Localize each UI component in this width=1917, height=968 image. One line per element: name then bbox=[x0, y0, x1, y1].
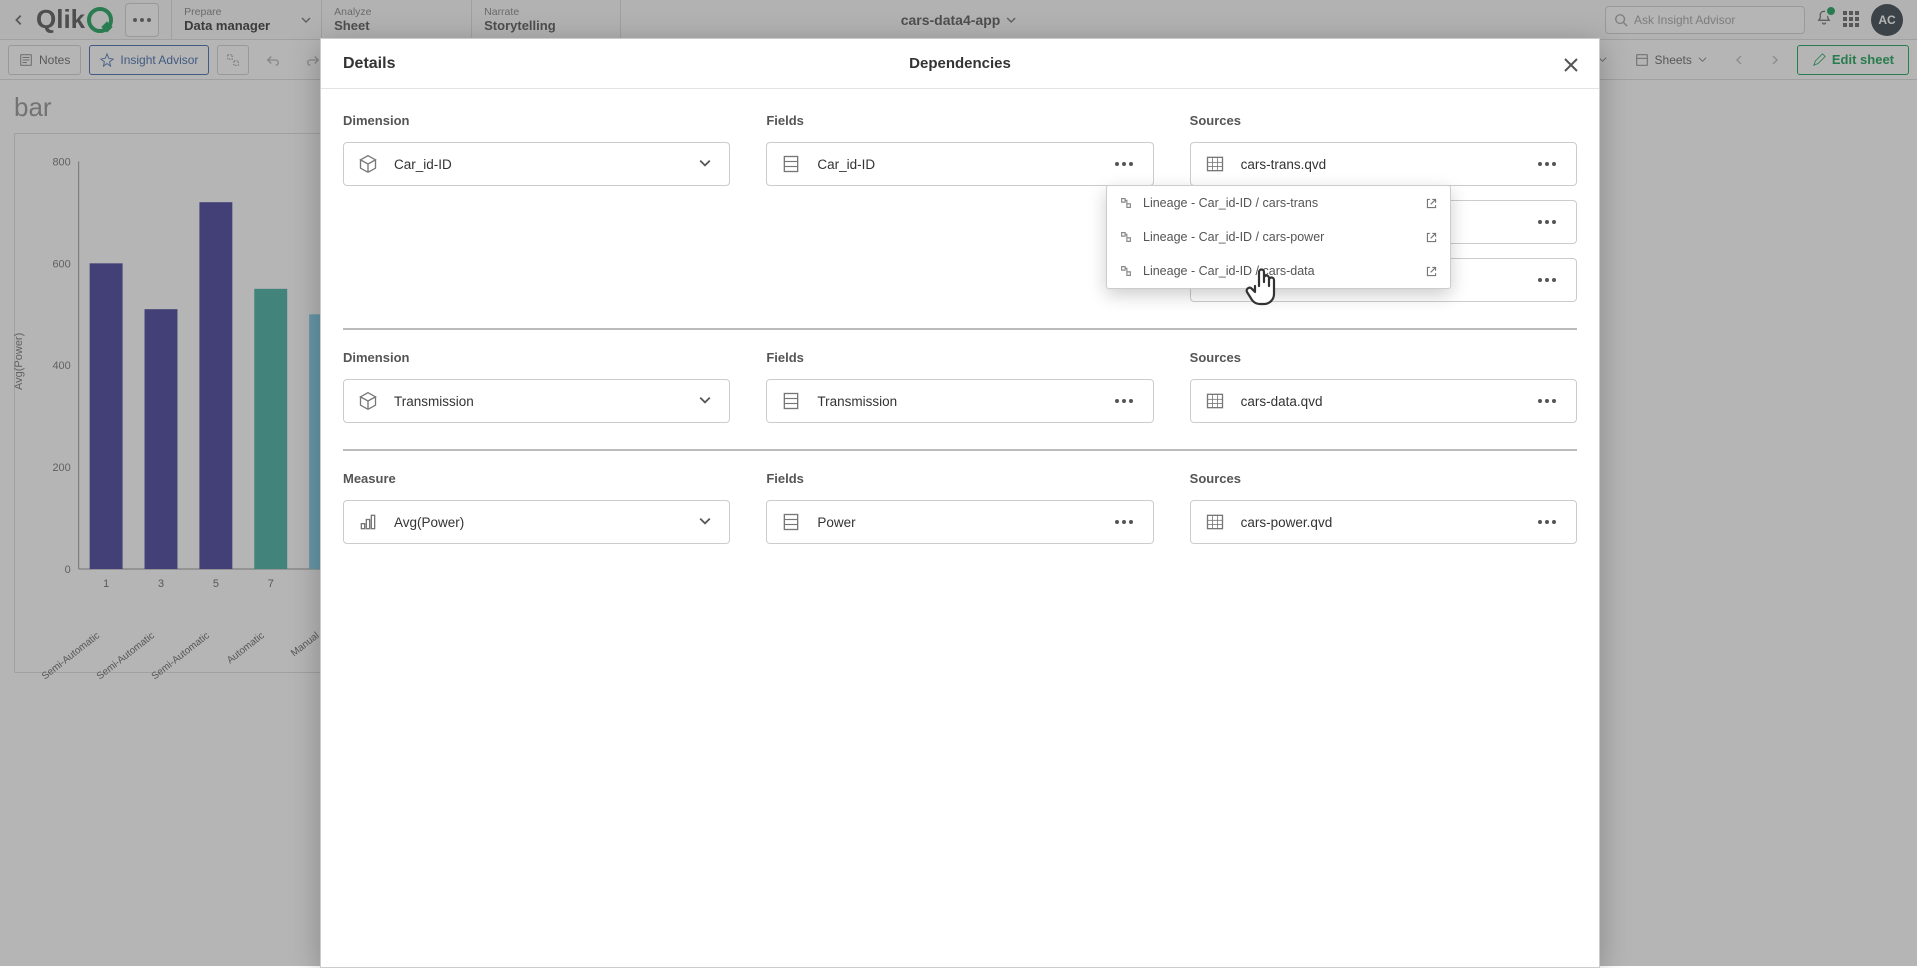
sources-column: Sources cars-data.qvd bbox=[1190, 350, 1577, 423]
lineage-icon bbox=[1119, 196, 1133, 210]
source-pill[interactable]: cars-data.qvd bbox=[1190, 379, 1577, 423]
modal-header: Details Dependencies bbox=[321, 39, 1599, 89]
column-head: Sources bbox=[1190, 471, 1577, 486]
column-head: Fields bbox=[766, 471, 1153, 486]
more-icon[interactable] bbox=[1115, 520, 1143, 524]
source-pill[interactable]: cars-trans.qvd bbox=[1190, 142, 1577, 186]
field-icon bbox=[777, 150, 805, 178]
dimension-pill[interactable]: Avg(Power) bbox=[343, 500, 730, 544]
column-head: Dimension bbox=[343, 350, 730, 365]
lineage-label: Lineage - Car_id-ID / cars-data bbox=[1143, 264, 1315, 278]
modal-title-center: Dependencies bbox=[909, 55, 1011, 72]
column-head: Sources bbox=[1190, 113, 1577, 128]
pill-label: Transmission bbox=[817, 394, 1102, 409]
lineage-label: Lineage - Car_id-ID / cars-trans bbox=[1143, 196, 1318, 210]
dimension-pill[interactable]: Car_id-ID bbox=[343, 142, 730, 186]
dimension-column: Measure Avg(Power) bbox=[343, 471, 730, 544]
details-modal: Details Dependencies Dimension Car_id-ID… bbox=[320, 38, 1600, 968]
field-icon bbox=[777, 508, 805, 536]
lineage-menu-item[interactable]: Lineage - Car_id-ID / cars-data bbox=[1107, 254, 1450, 288]
field-pill[interactable]: Car_id-ID bbox=[766, 142, 1153, 186]
more-icon[interactable] bbox=[1538, 399, 1566, 403]
pill-label: cars-data.qvd bbox=[1241, 394, 1526, 409]
lineage-menu: Lineage - Car_id-ID / cars-trans Lineage… bbox=[1106, 185, 1451, 289]
table-icon bbox=[1201, 508, 1229, 536]
table-icon bbox=[1201, 150, 1229, 178]
pill-label: Transmission bbox=[394, 394, 679, 409]
close-icon bbox=[1563, 57, 1579, 73]
column-head: Dimension bbox=[343, 113, 730, 128]
lineage-icon bbox=[1119, 230, 1133, 244]
pill-label: Car_id-ID bbox=[817, 157, 1102, 172]
sources-column: Sources cars-power.qvd bbox=[1190, 471, 1577, 544]
chevron-down-icon[interactable] bbox=[691, 394, 719, 409]
pill-label: cars-power.qvd bbox=[1241, 515, 1526, 530]
column-head: Sources bbox=[1190, 350, 1577, 365]
fields-column: Fields Car_id-ID bbox=[766, 113, 1153, 302]
cube-icon bbox=[354, 387, 382, 415]
pill-label: cars-trans.qvd bbox=[1241, 157, 1526, 172]
lineage-label: Lineage - Car_id-ID / cars-power bbox=[1143, 230, 1324, 244]
more-icon[interactable] bbox=[1115, 399, 1143, 403]
lineage-menu-item[interactable]: Lineage - Car_id-ID / cars-trans bbox=[1107, 186, 1450, 220]
cube-icon bbox=[354, 150, 382, 178]
external-link-icon bbox=[1425, 265, 1438, 278]
field-pill[interactable]: Power bbox=[766, 500, 1153, 544]
measure-icon bbox=[354, 508, 382, 536]
dimension-pill[interactable]: Transmission bbox=[343, 379, 730, 423]
field-icon bbox=[777, 387, 805, 415]
lineage-menu-item[interactable]: Lineage - Car_id-ID / cars-power bbox=[1107, 220, 1450, 254]
close-button[interactable] bbox=[1557, 51, 1585, 79]
more-icon[interactable] bbox=[1538, 278, 1566, 282]
pill-label: Avg(Power) bbox=[394, 515, 679, 530]
more-icon[interactable] bbox=[1115, 162, 1143, 166]
field-pill[interactable]: Transmission bbox=[766, 379, 1153, 423]
chevron-down-icon[interactable] bbox=[691, 157, 719, 172]
lineage-icon bbox=[1119, 264, 1133, 278]
table-icon bbox=[1201, 387, 1229, 415]
pill-label: Car_id-ID bbox=[394, 157, 679, 172]
more-icon[interactable] bbox=[1538, 162, 1566, 166]
more-icon[interactable] bbox=[1538, 520, 1566, 524]
fields-column: Fields Power bbox=[766, 471, 1153, 544]
source-pill[interactable]: cars-power.qvd bbox=[1190, 500, 1577, 544]
dimension-column: Dimension Car_id-ID bbox=[343, 113, 730, 302]
column-head: Fields bbox=[766, 350, 1153, 365]
dimension-column: Dimension Transmission bbox=[343, 350, 730, 423]
more-icon[interactable] bbox=[1538, 220, 1566, 224]
fields-column: Fields Transmission bbox=[766, 350, 1153, 423]
external-link-icon bbox=[1425, 197, 1438, 210]
column-head: Measure bbox=[343, 471, 730, 486]
pill-label: Power bbox=[817, 515, 1102, 530]
dependency-row: Measure Avg(Power) Fields Power Sources … bbox=[343, 471, 1577, 570]
chevron-down-icon[interactable] bbox=[691, 515, 719, 530]
dependency-row: Dimension Transmission Fields Transmissi… bbox=[343, 350, 1577, 451]
modal-title-left: Details bbox=[343, 55, 395, 73]
column-head: Fields bbox=[766, 113, 1153, 128]
external-link-icon bbox=[1425, 231, 1438, 244]
